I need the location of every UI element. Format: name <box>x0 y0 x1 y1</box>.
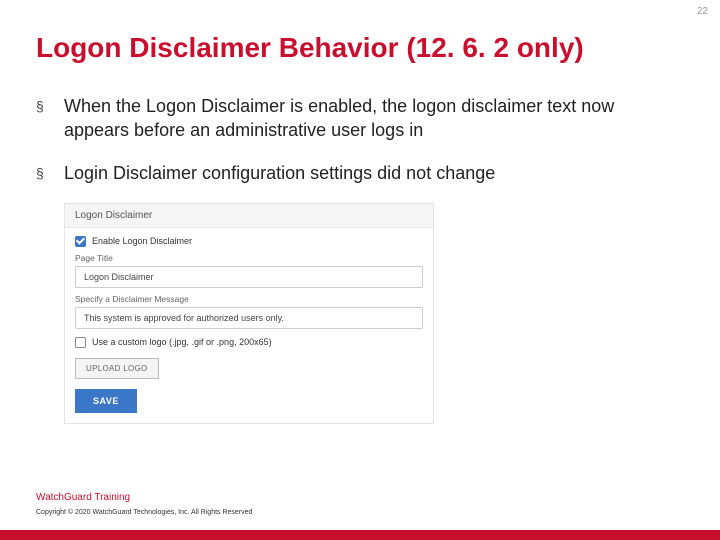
page-title-label: Page Title <box>75 253 423 263</box>
copyright-text: Copyright © 2020 WatchGuard Technologies… <box>36 509 252 516</box>
bullet-text: When the Logon Disclaimer is enabled, th… <box>64 94 680 143</box>
upload-logo-button[interactable]: UPLOAD LOGO <box>75 358 159 379</box>
enable-checkbox[interactable] <box>75 236 86 247</box>
logon-disclaimer-panel: Logon Disclaimer Enable Logon Disclaimer… <box>64 203 434 424</box>
footer: WatchGuard Training Copyright © 2020 Wat… <box>36 492 252 516</box>
custom-logo-label: Use a custom logo (.jpg, .gif or .png, 2… <box>92 337 272 347</box>
bullet-marker-icon: § <box>36 94 64 143</box>
save-button[interactable]: SAVE <box>75 389 137 413</box>
custom-logo-row: Use a custom logo (.jpg, .gif or .png, 2… <box>75 337 423 348</box>
content-area: § When the Logon Disclaimer is enabled, … <box>36 94 680 424</box>
bullet-marker-icon: § <box>36 161 64 185</box>
message-textarea[interactable]: This system is approved for authorized u… <box>75 307 423 329</box>
training-label: WatchGuard Training <box>36 492 252 503</box>
bullet-item: § When the Logon Disclaimer is enabled, … <box>36 94 680 143</box>
custom-logo-checkbox[interactable] <box>75 337 86 348</box>
page-number: 22 <box>697 6 708 17</box>
page-title: Logon Disclaimer Behavior (12. 6. 2 only… <box>36 32 584 64</box>
panel-body: Enable Logon Disclaimer Page Title Logon… <box>65 228 433 423</box>
bullet-item: § Login Disclaimer configuration setting… <box>36 161 680 185</box>
panel-header: Logon Disclaimer <box>65 204 433 228</box>
page-title-input[interactable]: Logon Disclaimer <box>75 266 423 288</box>
enable-label: Enable Logon Disclaimer <box>92 236 192 246</box>
bullet-text: Login Disclaimer configuration settings … <box>64 161 495 185</box>
message-label: Specify a Disclaimer Message <box>75 294 423 304</box>
enable-row: Enable Logon Disclaimer <box>75 236 423 247</box>
accent-bar <box>0 530 720 540</box>
